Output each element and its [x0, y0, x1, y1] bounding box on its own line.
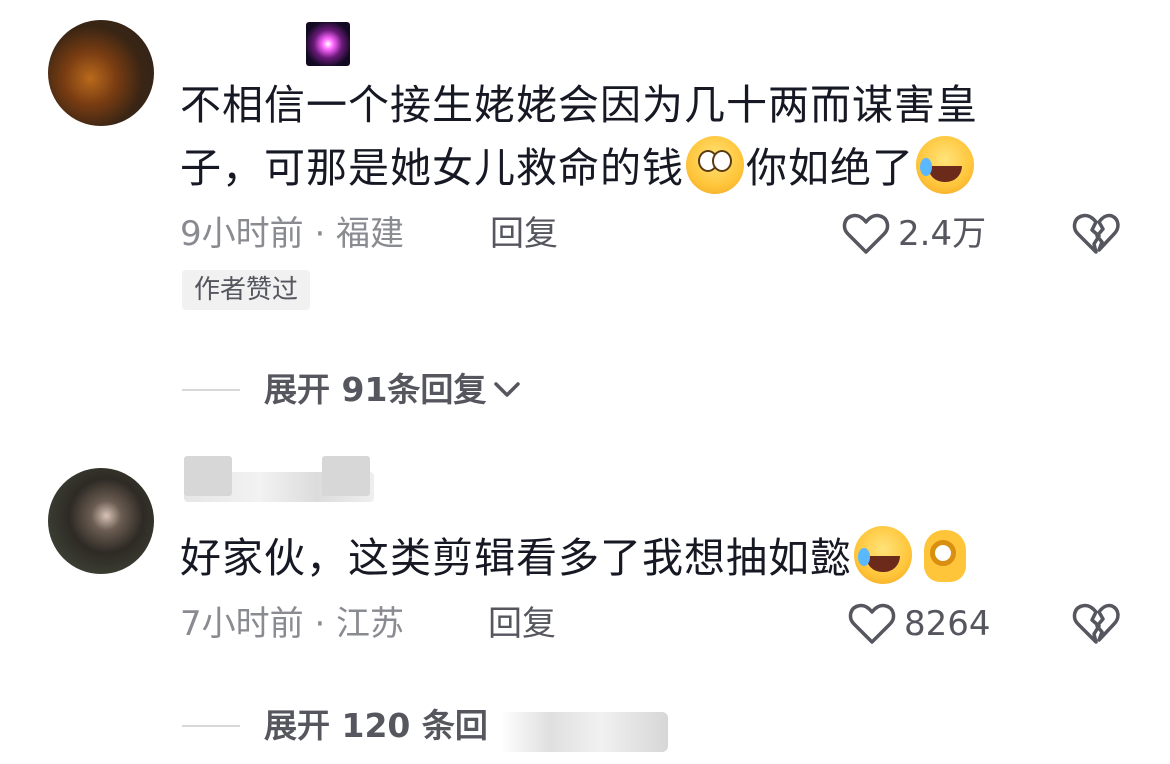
username-pixelated: [322, 456, 370, 496]
broken-heart-icon[interactable]: [1072, 602, 1120, 646]
expand-replies-label: 展开 91条回复: [264, 370, 487, 409]
eye-roll-emoji: [686, 136, 744, 194]
reply-button[interactable]: 回复: [490, 212, 558, 256]
comment-text: 好家伙，这类剪辑看多了我想抽如懿: [180, 526, 1060, 589]
heart-outline-icon: [848, 603, 896, 644]
broken-heart-icon[interactable]: [1072, 212, 1120, 256]
laughing-crying-emoji: [916, 136, 974, 194]
divider-line: [182, 389, 240, 391]
ok-hand-emoji: [916, 526, 974, 584]
author-liked-tag: 作者赞过: [182, 270, 311, 310]
watermark-overlay: [500, 712, 668, 752]
like-button[interactable]: 8264: [848, 602, 991, 646]
expand-replies-button[interactable]: 展开 120 条回: [182, 704, 488, 748]
user-badge-icon: [306, 22, 350, 66]
user-avatar[interactable]: [48, 468, 154, 574]
username-pixelated: [184, 456, 232, 496]
like-button[interactable]: 2.4万: [842, 212, 986, 256]
laughing-crying-emoji: [854, 526, 912, 584]
expand-replies-label: 展开 120 条回: [264, 706, 488, 745]
comment-text: 不相信一个接生姥姥会因为几十两而谋害皇子，可那是她女儿救命的钱 你如绝了: [180, 81, 978, 194]
chevron-down-icon: [494, 382, 521, 397]
divider-line: [182, 725, 240, 727]
like-count: 8264: [904, 604, 991, 644]
comment-time-location: 7小时前 · 江苏: [180, 604, 405, 644]
heart-outline-icon: [842, 213, 890, 254]
like-count: 2.4万: [898, 214, 987, 254]
expand-replies-button[interactable]: 展开 91条回复: [182, 368, 522, 412]
reply-button[interactable]: 回复: [488, 602, 556, 646]
user-avatar[interactable]: [48, 20, 154, 126]
comment-time-location: 9小时前 · 福建: [180, 214, 405, 254]
